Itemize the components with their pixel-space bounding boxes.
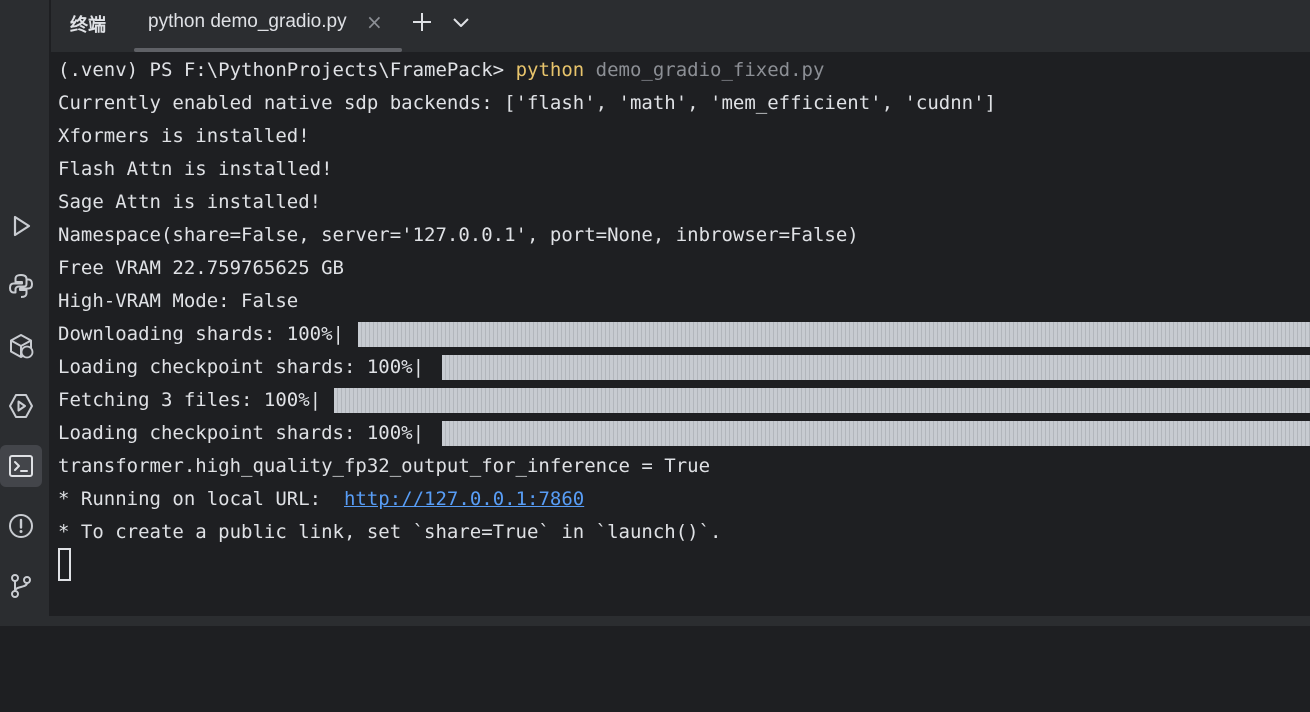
running-prefix: * Running on local URL: [58,488,344,510]
run-button[interactable] [0,205,42,247]
command-name: python [515,59,585,81]
terminal-cursor [58,548,71,581]
progress-label: Loading checkpoint shards: 100%| [58,356,425,378]
output-line: Sage Attn is installed! [58,191,322,213]
tab-python-demo-gradio[interactable]: python demo_gradio.py × [134,0,402,52]
terminal-output[interactable]: (.venv) PS F:\PythonProjects\FramePack> … [51,52,1310,616]
python-console-button[interactable] [0,265,42,307]
progress-bar [334,388,1310,413]
problems-button[interactable] [0,505,42,547]
terminal-tab-bar: 终端 python demo_gradio.py × [51,0,1310,52]
output-line: Free VRAM 22.759765625 GB [58,257,344,279]
progress-label: Downloading shards: 100%| [58,323,344,345]
output-line: transformer.high_quality_fp32_output_for… [58,455,711,477]
public-link-hint: * To create a public link, set `share=Tr… [58,521,722,543]
tab-label: python demo_gradio.py [148,11,347,32]
problems-icon [9,514,33,538]
terminal-icon [9,455,33,477]
command-line: (.venv) PS F:\PythonProjects\FramePack> … [58,54,824,87]
running-url-line: * Running on local URL: http://127.0.0.1… [58,483,584,516]
output-line: High-VRAM Mode: False [58,290,299,312]
python-packages-button[interactable] [0,325,42,367]
run-icon [13,215,31,237]
python-console-icon [9,274,33,298]
progress-bar [442,421,1310,446]
output-line: Namespace(share=False, server='127.0.0.1… [58,224,859,246]
output-line: Xformers is installed! [58,125,310,147]
panel-title: 终端 [70,15,106,36]
bottom-strip [0,616,1310,626]
output-line: Currently enabled native sdp backends: [… [58,92,996,114]
progress-bar [358,322,1310,347]
output-line: Flash Attn is installed! [58,158,333,180]
services-icon [9,394,33,418]
services-button[interactable] [0,385,42,427]
command-args: demo_gradio_fixed.py [584,59,825,81]
new-tab-plus-icon[interactable] [410,10,434,34]
terminal-button[interactable] [0,445,42,487]
chevron-down-icon[interactable] [451,12,471,32]
git-branch-icon [11,574,31,598]
python-packages-icon [10,334,34,359]
local-url-link[interactable]: http://127.0.0.1:7860 [344,488,584,510]
git-button[interactable] [0,565,42,607]
left-tool-window-bar [0,0,50,626]
progress-label: Fetching 3 files: 100%| [58,389,322,411]
progress-bar [442,355,1310,380]
shell-prompt: (.venv) PS F:\PythonProjects\FramePack> [58,59,516,81]
progress-label: Loading checkpoint shards: 100%| [58,422,425,444]
tab-close-icon[interactable]: × [366,10,383,34]
